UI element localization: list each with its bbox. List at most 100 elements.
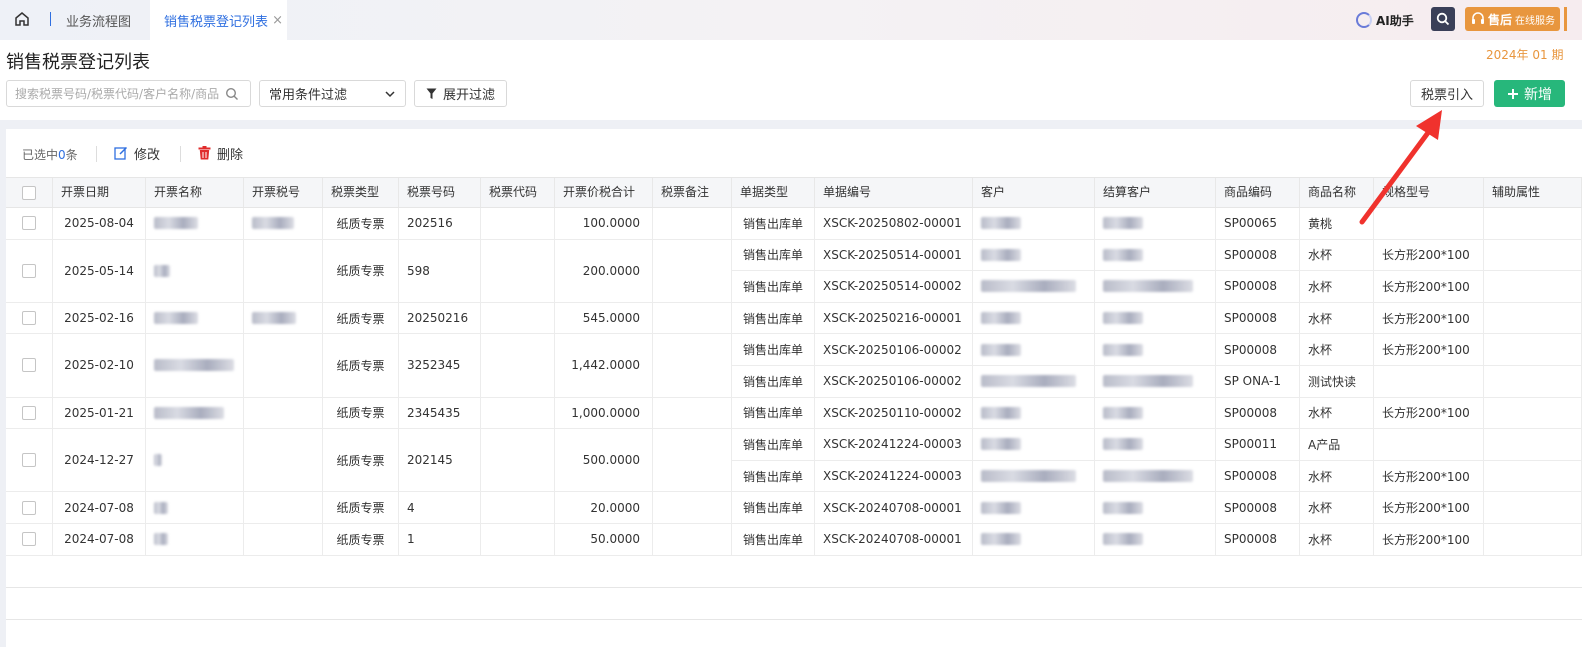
- column-header[interactable]: 单据编号: [815, 178, 973, 207]
- column-header[interactable]: 税票类型: [323, 178, 399, 207]
- cell-doc-type: 销售出库单: [732, 524, 815, 556]
- cell-invoice-number: 598: [399, 239, 481, 303]
- row-select-cell: [6, 208, 53, 240]
- selected-number: 0: [58, 148, 66, 162]
- cell-doc-number[interactable]: XSCK-20241224-00003: [815, 429, 973, 461]
- cell-doc-number[interactable]: XSCK-20250514-00002: [815, 271, 973, 303]
- row-checkbox[interactable]: [22, 311, 36, 326]
- cell-doc-number[interactable]: XSCK-20250802-00001: [815, 208, 973, 240]
- row-checkbox[interactable]: [22, 263, 36, 278]
- search-icon[interactable]: [1431, 7, 1455, 31]
- row-select-cell: [6, 492, 53, 524]
- row-checkbox[interactable]: [22, 500, 36, 515]
- cell-doc-number[interactable]: XSCK-20240708-00001: [815, 524, 973, 556]
- redacted-text: [981, 248, 1021, 261]
- column-header[interactable]: 商品名称: [1300, 178, 1374, 207]
- cell-tax-id: [244, 239, 323, 303]
- cell-tax-id: [244, 492, 323, 524]
- invoice-import-button[interactable]: 税票引入: [1410, 80, 1484, 107]
- redacted-text: [154, 217, 198, 230]
- cell-invoice-name: [146, 208, 244, 240]
- cell-invoice-date: 2025-02-10: [53, 334, 146, 398]
- add-new-button[interactable]: 新增: [1494, 80, 1565, 107]
- cell-doc-number[interactable]: XSCK-20250514-00001: [815, 239, 973, 272]
- cell-doc-type: 销售出库单: [732, 208, 815, 240]
- column-header[interactable]: 客户: [973, 178, 1095, 207]
- cell-invoice-remark: [653, 302, 732, 335]
- cell-customer: [973, 302, 1095, 335]
- cell-spec: 长方形200*100: [1374, 334, 1484, 366]
- column-header[interactable]: 商品编码: [1216, 178, 1300, 207]
- search-icon[interactable]: [225, 87, 239, 101]
- expand-filter-label: 展开过滤: [442, 88, 495, 103]
- cell-settle-customer: [1095, 239, 1216, 272]
- cell-invoice-code: [481, 492, 555, 524]
- row-checkbox[interactable]: [22, 405, 36, 420]
- redacted-text: [981, 470, 1076, 483]
- cell-doc-number[interactable]: XSCK-20240708-00001: [815, 492, 973, 524]
- cell-doc-number[interactable]: XSCK-20250106-00002: [815, 366, 973, 398]
- cell-doc-type: 销售出库单: [732, 271, 815, 303]
- cell-doc-number[interactable]: XSCK-20250106-00002: [815, 334, 973, 366]
- column-header[interactable]: 单据类型: [732, 178, 815, 207]
- close-icon[interactable]: ×: [272, 13, 283, 28]
- column-header[interactable]: 税票号码: [399, 178, 481, 207]
- cell-invoice-code: [481, 208, 555, 240]
- cell-invoice-name: [146, 429, 244, 493]
- row-checkbox[interactable]: [22, 532, 36, 547]
- cell-product-code: SP00008: [1216, 302, 1300, 335]
- cell-product-name: 水杯: [1300, 397, 1374, 430]
- cell-spec: 长方形200*100: [1374, 460, 1484, 493]
- redacted-text: [154, 533, 168, 546]
- cell-product-name: A产品: [1300, 429, 1374, 461]
- cell-invoice-number: 4: [399, 492, 481, 524]
- cell-settle-customer: [1095, 271, 1216, 303]
- column-header[interactable]: 结算客户: [1095, 178, 1216, 207]
- cell-product-name: 水杯: [1300, 239, 1374, 272]
- column-header[interactable]: 税票备注: [653, 178, 732, 207]
- column-header[interactable]: 辅助属性: [1484, 178, 1582, 207]
- cell-doc-type: 销售出库单: [732, 429, 815, 461]
- cell-doc-type: 销售出库单: [732, 397, 815, 430]
- table-header: 开票日期 开票名称 开票税号 税票类型 税票号码 税票代码 开票价税合计 税票备注 单据类型 单据…: [6, 177, 1582, 208]
- column-header[interactable]: 开票日期: [53, 178, 146, 207]
- row-select-cell: [6, 334, 53, 398]
- tab-sales-invoice-list[interactable]: 销售税票登记列表 ×: [150, 0, 287, 40]
- headset-icon: [1472, 12, 1484, 24]
- common-filter-select[interactable]: 常用条件过滤: [259, 80, 406, 107]
- column-header[interactable]: 开票价税合计: [555, 178, 653, 207]
- search-field[interactable]: [6, 80, 251, 107]
- tab-business-flow[interactable]: 业务流程图: [66, 0, 131, 40]
- column-header[interactable]: 开票名称: [146, 178, 244, 207]
- cell-invoice-remark: [653, 397, 732, 430]
- column-header[interactable]: 税票代码: [481, 178, 555, 207]
- ai-assistant-button[interactable]: AI助手: [1356, 10, 1414, 30]
- cell-invoice-total: 200.0000: [555, 239, 653, 303]
- cell-doc-number[interactable]: XSCK-20241224-00003: [815, 460, 973, 493]
- cell-invoice-remark: [653, 208, 732, 240]
- cell-invoice-date: 2025-01-21: [53, 397, 146, 430]
- redacted-text: [252, 312, 296, 325]
- search-input[interactable]: [15, 86, 225, 101]
- cell-tax-id: [244, 524, 323, 556]
- row-checkbox[interactable]: [22, 453, 36, 468]
- column-header[interactable]: 开票税号: [244, 178, 323, 207]
- cell-doc-type: 销售出库单: [732, 492, 815, 524]
- edit-button[interactable]: 修改: [114, 143, 160, 163]
- cell-doc-number[interactable]: XSCK-20250110-00002: [815, 397, 973, 430]
- delete-label: 删除: [217, 147, 244, 163]
- delete-button[interactable]: 删除: [198, 143, 243, 163]
- row-checkbox[interactable]: [22, 358, 36, 373]
- select-all-checkbox[interactable]: [22, 185, 36, 200]
- after-sales-service-button[interactable]: 售后 在线服务: [1465, 7, 1560, 31]
- cell-invoice-remark: [653, 429, 732, 493]
- column-header[interactable]: 规格型号: [1374, 178, 1484, 207]
- add-new-label: 新增: [1524, 86, 1552, 103]
- cell-invoice-name: [146, 492, 244, 524]
- expand-filter-button[interactable]: 展开过滤: [414, 80, 507, 107]
- cell-doc-number[interactable]: XSCK-20250216-00001: [815, 302, 973, 335]
- common-filter-label: 常用条件过滤: [269, 88, 348, 103]
- row-checkbox[interactable]: [22, 216, 36, 231]
- cell-product-code: SP00008: [1216, 271, 1300, 303]
- home-icon[interactable]: [10, 8, 34, 30]
